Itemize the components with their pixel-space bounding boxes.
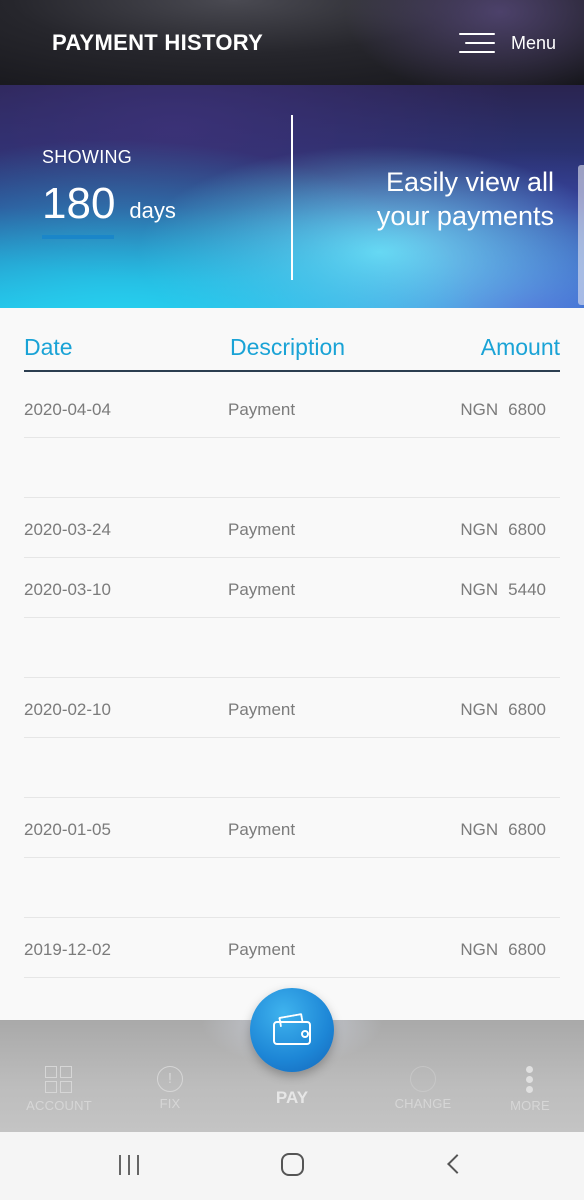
nav-account[interactable]: ACCOUNT	[9, 1066, 109, 1113]
tagline-line-2: your payments	[376, 201, 554, 231]
table-row[interactable]: 2020-03-24 Payment NGN 6800	[24, 498, 560, 558]
system-navigation-bar	[0, 1132, 584, 1200]
table-row[interactable]: 2020-04-04 Payment NGN 6800	[24, 378, 560, 438]
row-amount: NGN 6800	[460, 940, 546, 960]
row-date: 2019-12-02	[24, 940, 111, 959]
nav-change[interactable]: CHANGE	[373, 1066, 473, 1111]
table-row[interactable]	[24, 438, 560, 498]
row-amount-value: 6800	[508, 940, 546, 959]
summary-banner: SHOWING 180 days Easily view all your pa…	[0, 85, 584, 308]
pay-button[interactable]	[250, 988, 334, 1072]
days-underline	[42, 235, 114, 239]
hamburger-icon	[458, 31, 495, 55]
row-date: 2020-01-05	[24, 820, 111, 839]
row-description: Payment	[228, 700, 296, 719]
row-amount-value: 6800	[508, 700, 546, 719]
row-amount	[536, 460, 546, 480]
back-icon[interactable]	[447, 1154, 467, 1174]
row-amount-value: 5440	[508, 580, 546, 599]
days-selector[interactable]: 180 days	[42, 179, 176, 229]
row-currency: NGN	[460, 520, 499, 539]
row-date: 2020-04-04	[24, 400, 111, 419]
app-header: PAYMENT HISTORY Menu	[0, 0, 584, 85]
page-title: PAYMENT HISTORY	[52, 30, 264, 55]
row-date: 2020-03-10	[24, 580, 111, 599]
nav-more-label: MORE	[510, 1098, 550, 1113]
payment-table: Date Description Amount 2020-04-04 Paymen…	[0, 308, 584, 1020]
row-description: Payment	[228, 940, 296, 959]
row-description: Payment	[228, 580, 296, 599]
column-header-date[interactable]: Date	[24, 334, 73, 361]
row-amount-value: 6800	[508, 820, 546, 839]
home-icon[interactable]	[281, 1153, 304, 1176]
row-currency: NGN	[460, 400, 499, 419]
days-unit: days	[129, 198, 176, 223]
column-header-description[interactable]: Description	[230, 334, 345, 361]
row-currency: NGN	[460, 700, 499, 719]
row-amount-value: 6800	[508, 520, 546, 539]
table-row[interactable]	[24, 738, 560, 798]
row-date: 2020-03-24	[24, 520, 111, 539]
banner-divider	[291, 115, 293, 280]
row-amount	[536, 880, 546, 900]
table-row[interactable]: 2020-03-10 Payment NGN 5440	[24, 558, 560, 618]
alert-circle-icon: !	[157, 1066, 183, 1092]
table-row[interactable]	[24, 618, 560, 678]
row-currency: NGN	[460, 820, 499, 839]
table-row[interactable]: 2019-12-02 Payment NGN 6800	[24, 918, 560, 978]
more-vertical-icon	[526, 1066, 534, 1094]
row-description: Payment	[228, 400, 296, 419]
row-amount-value: 6800	[508, 400, 546, 419]
menu-button[interactable]: Menu	[458, 26, 556, 60]
table-row[interactable]: 2020-01-05 Payment NGN 6800	[24, 798, 560, 858]
nav-change-label: CHANGE	[394, 1096, 452, 1111]
scroll-indicator[interactable]	[578, 165, 584, 305]
row-date: 2020-02-10	[24, 700, 111, 719]
table-row[interactable]: 2020-02-10 Payment NGN 6800	[24, 678, 560, 738]
grid-icon	[45, 1066, 73, 1094]
row-amount	[536, 760, 546, 780]
row-amount: NGN 6800	[460, 520, 546, 540]
row-amount: NGN 6800	[460, 700, 546, 720]
nav-account-label: ACCOUNT	[26, 1098, 92, 1113]
tagline-line-1: Easily view all	[385, 167, 554, 197]
change-icon	[410, 1066, 436, 1092]
menu-label: Menu	[510, 32, 556, 53]
showing-label: SHOWING	[42, 147, 133, 167]
table-row[interactable]	[24, 858, 560, 918]
row-currency: NGN	[460, 940, 499, 959]
row-currency: NGN	[460, 580, 499, 599]
nav-fix-label: FIX	[159, 1096, 181, 1111]
table-header: Date Description Amount	[24, 308, 560, 372]
nav-more[interactable]: MORE	[480, 1066, 580, 1113]
banner-tagline: Easily view all your payments	[377, 165, 554, 233]
nav-fix[interactable]: ! FIX	[120, 1066, 220, 1111]
recent-apps-icon[interactable]	[119, 1155, 141, 1175]
wallet-icon	[273, 1012, 311, 1045]
row-amount	[536, 640, 546, 660]
column-header-amount[interactable]: Amount	[481, 334, 560, 361]
row-amount: NGN 6800	[460, 820, 546, 840]
nav-pay-label[interactable]: PAY	[242, 1088, 342, 1108]
row-description: Payment	[228, 520, 296, 539]
row-amount: NGN 5440	[460, 580, 546, 600]
row-amount: NGN 6800	[460, 400, 546, 420]
row-description: Payment	[228, 820, 296, 839]
days-value: 180	[42, 179, 116, 228]
